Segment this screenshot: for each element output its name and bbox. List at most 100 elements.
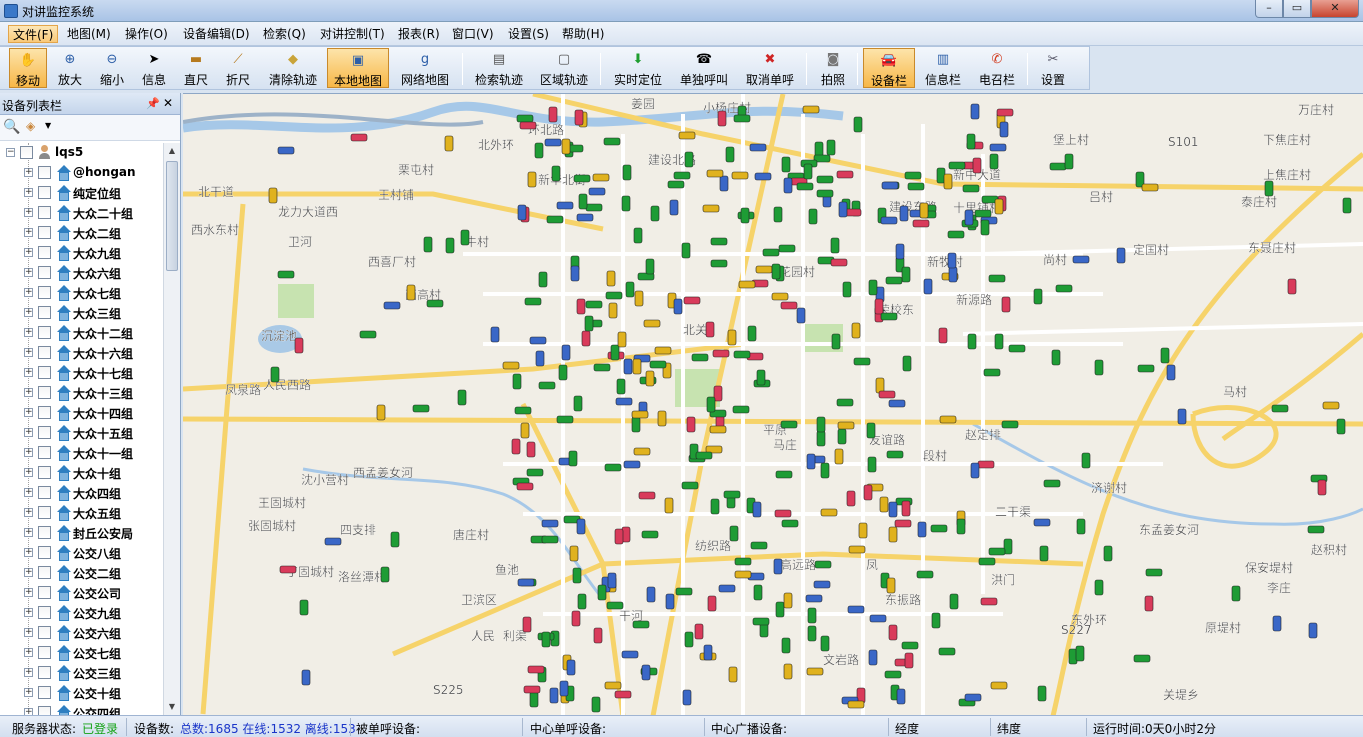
vehicle-marker-icon[interactable] — [638, 491, 656, 500]
vehicle-marker-icon[interactable] — [576, 213, 594, 222]
vehicle-marker-icon[interactable] — [673, 171, 691, 180]
vehicle-marker-icon[interactable] — [820, 462, 830, 479]
tree-group-item[interactable]: + 大众二十组 — [0, 203, 163, 223]
vehicle-marker-icon[interactable] — [561, 344, 571, 361]
vehicle-marker-icon[interactable] — [807, 607, 817, 624]
vehicle-marker-icon[interactable] — [604, 681, 622, 690]
vehicle-marker-icon[interactable] — [732, 405, 750, 414]
tree-checkbox[interactable] — [38, 306, 51, 319]
vehicle-marker-icon[interactable] — [738, 280, 756, 289]
vehicle-marker-icon[interactable] — [678, 131, 696, 140]
tree-group-item[interactable]: + 大众十七组 — [0, 363, 163, 383]
menu-operate[interactable]: 操作(O) — [121, 25, 172, 43]
vehicle-marker-icon[interactable] — [516, 482, 534, 491]
vehicle-marker-icon[interactable] — [717, 110, 727, 127]
vehicle-marker-icon[interactable] — [686, 416, 696, 433]
vehicle-marker-icon[interactable] — [524, 297, 542, 306]
menu-window[interactable]: 窗口(V) — [448, 25, 498, 43]
vehicle-marker-icon[interactable] — [633, 227, 643, 244]
vehicle-marker-icon[interactable] — [1043, 479, 1061, 488]
vehicle-marker-icon[interactable] — [606, 601, 624, 610]
tree-checkbox[interactable] — [38, 686, 51, 699]
vehicle-marker-icon[interactable] — [923, 278, 933, 295]
tree-checkbox[interactable] — [38, 366, 51, 379]
vehicle-marker-icon[interactable] — [681, 481, 699, 490]
vehicle-marker-icon[interactable] — [299, 599, 309, 616]
vehicle-marker-icon[interactable] — [632, 620, 650, 629]
vehicle-marker-icon[interactable] — [541, 631, 551, 648]
tree-checkbox[interactable] — [38, 486, 51, 499]
vehicle-marker-icon[interactable] — [836, 398, 854, 407]
vehicle-marker-icon[interactable] — [1160, 347, 1170, 364]
vehicle-marker-icon[interactable] — [709, 425, 727, 434]
vehicle-marker-icon[interactable] — [880, 216, 898, 225]
vehicle-marker-icon[interactable] — [947, 252, 957, 269]
vehicle-marker-icon[interactable] — [780, 301, 798, 310]
vehicle-marker-icon[interactable] — [517, 204, 527, 221]
expand-icon[interactable]: + — [24, 248, 33, 257]
tree-checkbox[interactable] — [38, 446, 51, 459]
ruler-button[interactable]: ▬ 直尺 — [178, 48, 214, 88]
expand-icon[interactable]: + — [24, 308, 33, 317]
vehicle-marker-icon[interactable] — [931, 612, 941, 629]
vehicle-marker-icon[interactable] — [519, 121, 537, 130]
vehicle-marker-icon[interactable] — [511, 438, 521, 455]
info-button[interactable]: ➤ 信息 — [136, 48, 172, 88]
vehicle-marker-icon[interactable] — [728, 666, 738, 683]
tree-group-item[interactable]: + 大众十二组 — [0, 323, 163, 343]
vehicle-marker-icon[interactable] — [866, 422, 876, 439]
vehicle-marker-icon[interactable] — [526, 441, 536, 458]
vehicle-marker-icon[interactable] — [641, 664, 651, 681]
expand-icon[interactable]: + — [24, 348, 33, 357]
tree-group-item[interactable]: + 大众十一组 — [0, 443, 163, 463]
tree-checkbox[interactable] — [38, 566, 51, 579]
vehicle-marker-icon[interactable] — [546, 215, 564, 224]
vehicle-marker-icon[interactable] — [814, 560, 832, 569]
vehicle-marker-icon[interactable] — [731, 171, 749, 180]
vehicle-marker-icon[interactable] — [939, 415, 957, 424]
device-bar-button[interactable]: 🚘 设备栏 — [863, 48, 915, 88]
vehicle-marker-icon[interactable] — [502, 361, 520, 370]
expand-icon[interactable]: + — [24, 588, 33, 597]
polyline-ruler-button[interactable]: ⟋ 折尺 — [220, 48, 256, 88]
vehicle-marker-icon[interactable] — [880, 312, 898, 321]
vehicle-marker-icon[interactable] — [1001, 296, 1011, 313]
vehicle-marker-icon[interactable] — [996, 108, 1014, 117]
vehicle-marker-icon[interactable] — [781, 519, 799, 528]
expand-icon[interactable]: + — [24, 468, 33, 477]
vehicle-marker-icon[interactable] — [1037, 685, 1047, 702]
menu-help[interactable]: 帮助(H) — [558, 25, 608, 43]
expand-icon[interactable]: + — [24, 508, 33, 517]
tree-checkbox[interactable] — [38, 346, 51, 359]
vehicle-marker-icon[interactable] — [904, 652, 914, 669]
vehicle-marker-icon[interactable] — [1231, 585, 1241, 602]
expand-icon[interactable]: + — [24, 268, 33, 277]
vehicle-marker-icon[interactable] — [848, 545, 866, 554]
vehicle-marker-icon[interactable] — [712, 349, 730, 358]
vehicle-marker-icon[interactable] — [669, 199, 679, 216]
vehicle-marker-icon[interactable] — [878, 390, 896, 399]
vehicle-marker-icon[interactable] — [869, 614, 887, 623]
vehicle-marker-icon[interactable] — [842, 281, 852, 298]
menu-device-edit[interactable]: 设备编辑(D) — [179, 25, 254, 43]
map-view[interactable]: 小杨庄村 姜园 环北路 北外环 新华北街 建设北路 栗屯村 王村铺 北干道 龙力大道西 西水东村 卫河… — [183, 93, 1363, 715]
vehicle-marker-icon[interactable] — [593, 627, 603, 644]
vehicle-marker-icon[interactable] — [1133, 654, 1151, 663]
vehicle-marker-icon[interactable] — [808, 208, 818, 225]
vehicle-marker-icon[interactable] — [383, 301, 401, 310]
vehicle-marker-icon[interactable] — [836, 170, 854, 179]
tree-checkbox[interactable] — [38, 406, 51, 419]
vehicle-marker-icon[interactable] — [964, 209, 974, 226]
vehicle-marker-icon[interactable] — [755, 265, 773, 274]
pin-icon[interactable]: 📌 — [146, 97, 160, 110]
vehicle-marker-icon[interactable] — [573, 174, 591, 183]
vehicle-marker-icon[interactable] — [1342, 197, 1352, 214]
vehicle-marker-icon[interactable] — [774, 509, 792, 518]
vehicle-marker-icon[interactable] — [673, 298, 683, 315]
vehicle-marker-icon[interactable] — [750, 541, 768, 550]
tree-group-item[interactable]: + 大众十三组 — [0, 383, 163, 403]
vehicle-marker-icon[interactable] — [588, 187, 606, 196]
vehicle-marker-icon[interactable] — [719, 175, 729, 192]
vehicle-marker-icon[interactable] — [816, 175, 834, 184]
vehicle-marker-icon[interactable] — [938, 327, 948, 344]
